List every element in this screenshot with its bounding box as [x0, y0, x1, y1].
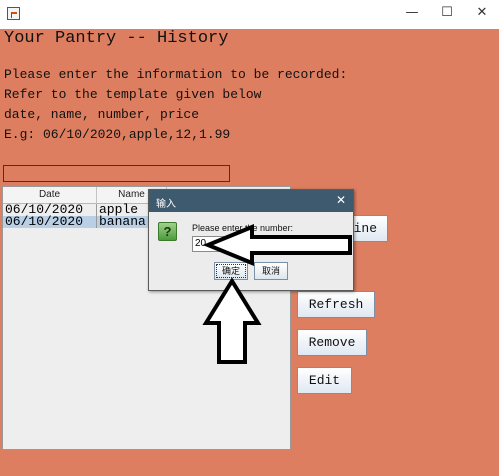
cancel-button[interactable]: 取消 [254, 262, 288, 280]
ok-button[interactable]: 确定 [214, 262, 248, 280]
minimize-button[interactable]: — [397, 4, 427, 22]
number-input[interactable]: 20 [192, 236, 350, 252]
record-input[interactable] [3, 165, 230, 182]
refresh-button[interactable]: Refresh [297, 291, 375, 318]
input-dialog: 输入 ✕ ? Please enter the number: 20 确定 取消 [148, 189, 354, 291]
cell-date: 06/10/2020 [5, 214, 84, 229]
close-window-button[interactable]: ✕ [467, 4, 497, 22]
dialog-titlebar: 输入 ✕ [149, 190, 353, 212]
java-app-icon [7, 7, 20, 20]
instruction-line-1: Please enter the information to be recor… [4, 67, 348, 82]
question-icon: ? [158, 222, 177, 241]
dialog-prompt-label: Please enter the number: [192, 223, 294, 233]
maximize-button[interactable]: ☐ [432, 4, 462, 22]
dialog-close-icon[interactable]: ✕ [336, 193, 346, 207]
instruction-line-2: Refer to the template given below [4, 87, 262, 102]
dialog-title: 输入 [156, 199, 176, 210]
window-titlebar: — ☐ ✕ [0, 0, 499, 29]
instruction-line-3: date, name, number, price [4, 107, 200, 122]
remove-button[interactable]: Remove [297, 329, 367, 356]
instruction-line-4: E.g: 06/10/2020,apple,12,1.99 [4, 127, 231, 142]
column-divider [96, 204, 97, 228]
edit-button[interactable]: Edit [297, 367, 352, 394]
cell-name: banana [99, 214, 146, 229]
page-title: Your Pantry -- History [4, 29, 229, 48]
